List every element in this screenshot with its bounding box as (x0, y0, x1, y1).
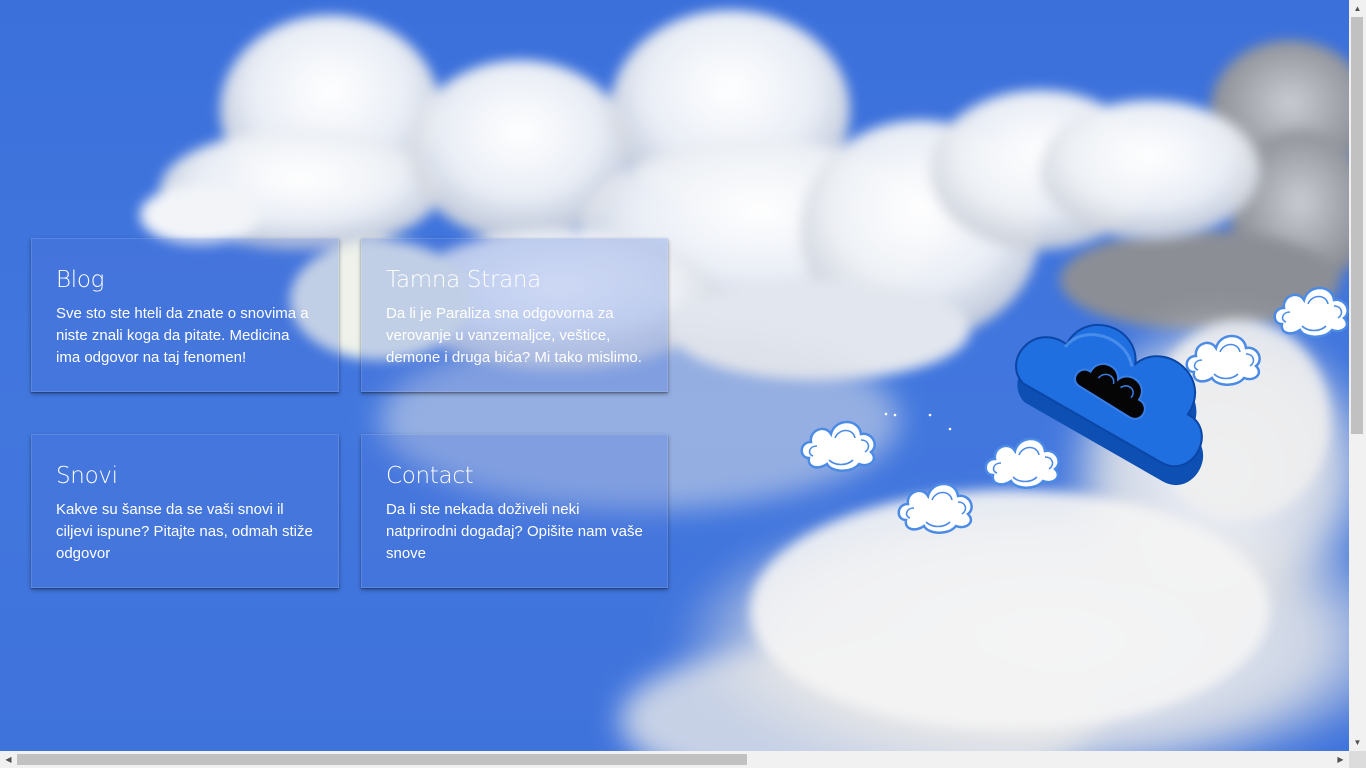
small-cloud-icon (800, 420, 876, 473)
tile-description: Sve sto ste hteli da znate o snovima a n… (56, 305, 309, 366)
tile-title: Snovi (56, 463, 118, 489)
scroll-down-arrow-icon[interactable]: ▼ (1349, 734, 1366, 751)
tile-description: Da li je Paraliza sna odgovorna za verov… (386, 305, 642, 366)
tile-title: Tamna Strana (386, 267, 541, 293)
tile-tamna-strana[interactable]: Tamna Strana Da li je Paraliza sna odgov… (361, 238, 668, 392)
small-cloud-icon (897, 482, 973, 535)
page-viewport: Blog Sve sto ste hteli da znate o snovim… (0, 0, 1349, 751)
scroll-up-arrow-icon[interactable]: ▲ (1349, 0, 1366, 17)
tile-title: Blog (56, 267, 105, 293)
horizontal-scrollbar[interactable]: ◀ ▶ (0, 751, 1349, 768)
tile-description: Kakve su šanse da se vaši snovi il cilje… (56, 501, 313, 562)
small-cloud-icon (1273, 286, 1349, 339)
tile-title: Contact (386, 463, 474, 489)
scrollbar-corner (1349, 751, 1366, 768)
small-cloud-icon (1185, 334, 1261, 387)
vertical-scrollbar[interactable]: ▲ ▼ (1349, 0, 1366, 751)
tile-blog[interactable]: Blog Sve sto ste hteli da znate o snovim… (31, 238, 339, 392)
horizontal-scroll-thumb[interactable] (17, 754, 747, 765)
tile-snovi[interactable]: Snovi Kakve su šanse da se vaši snovi il… (31, 434, 339, 588)
vertical-scroll-thumb[interactable] (1351, 17, 1363, 434)
small-cloud-icon (984, 437, 1060, 490)
tile-description: Da li ste nekada doživeli neki natprirod… (386, 501, 643, 562)
tile-contact[interactable]: Contact Da li ste nekada doživeli neki n… (361, 434, 668, 588)
scroll-left-arrow-icon[interactable]: ◀ (0, 751, 17, 768)
scroll-right-arrow-icon[interactable]: ▶ (1332, 751, 1349, 768)
